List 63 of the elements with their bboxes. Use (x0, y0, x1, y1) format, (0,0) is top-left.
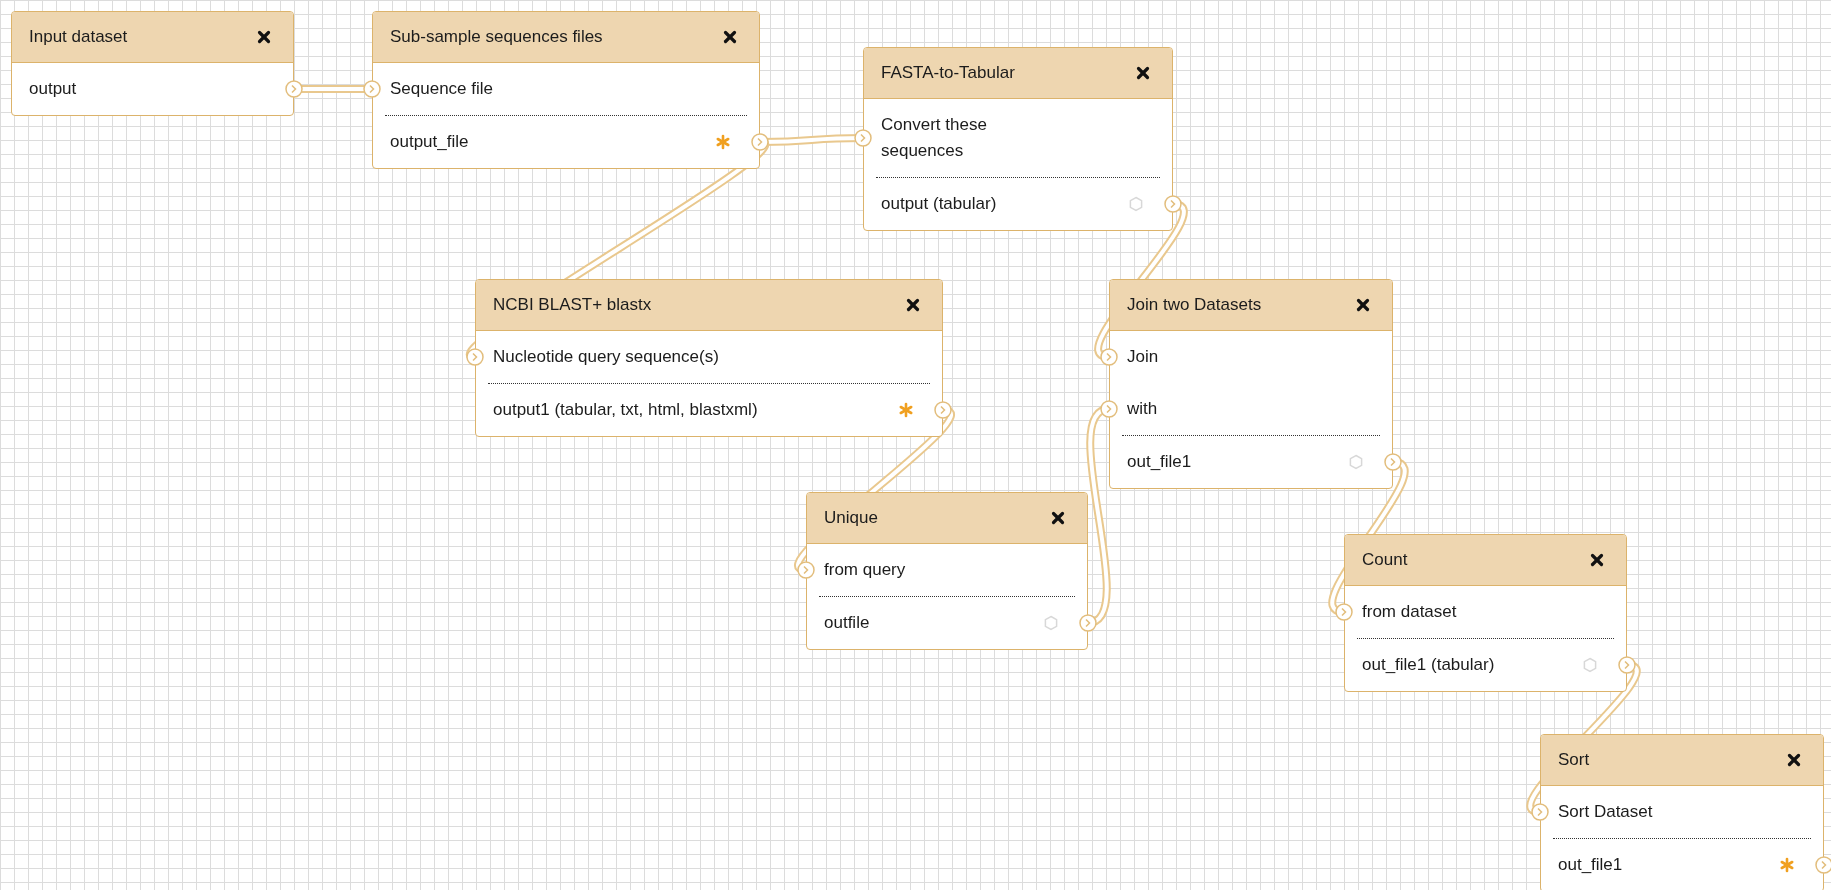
asterisk-icon[interactable] (1779, 857, 1795, 873)
close-icon[interactable] (1356, 298, 1370, 312)
workflow-node[interactable]: NCBI BLAST+ blastx Nucleotide query sequence(s) output1 (tabular, txt, html, blastxml) (475, 279, 943, 437)
close-icon[interactable] (1787, 753, 1801, 767)
output-label: out_file1 (1558, 854, 1624, 876)
workflow-node[interactable]: Input dataset output (11, 11, 294, 116)
input-terminal[interactable] (1531, 803, 1549, 821)
output-label: outfile (824, 612, 871, 634)
workflow-node[interactable]: Unique from query outfile (806, 492, 1088, 650)
output-terminal[interactable] (1079, 614, 1097, 632)
input-terminal[interactable] (1335, 603, 1353, 621)
input-label: from query (824, 559, 907, 581)
close-icon[interactable] (257, 30, 271, 44)
workflow-node[interactable]: Sub-sample sequences files Sequence file output_file (372, 11, 760, 169)
input-label: Sequence file (390, 78, 495, 100)
asterisk-icon[interactable] (898, 402, 914, 418)
asterisk-icon[interactable] (1582, 657, 1598, 673)
input-terminal[interactable] (797, 561, 815, 579)
workflow-node[interactable]: FASTA-to-Tabular Convert these sequences output (tabular) (863, 47, 1173, 231)
asterisk-icon[interactable] (1348, 454, 1364, 470)
output-terminal[interactable] (1815, 856, 1831, 874)
output-terminal[interactable] (751, 133, 769, 151)
node-title: Sub-sample sequences files (390, 27, 603, 47)
input-label: from dataset (1362, 601, 1458, 623)
node-title: Sort (1558, 750, 1590, 770)
output-terminal[interactable] (1164, 195, 1182, 213)
output-terminal[interactable] (1384, 453, 1402, 471)
workflow-node[interactable]: Count from dataset out_file1 (tabular) (1344, 534, 1627, 692)
node-title: Count (1362, 550, 1408, 570)
asterisk-icon[interactable] (1043, 615, 1059, 631)
output-terminal[interactable] (1618, 656, 1636, 674)
close-icon[interactable] (1051, 511, 1065, 525)
input-terminal[interactable] (363, 80, 381, 98)
output-label: output_file (390, 131, 470, 153)
input-label: with (1127, 398, 1159, 420)
close-icon[interactable] (723, 30, 737, 44)
output-label: out_file1 (1127, 451, 1193, 473)
output-terminal[interactable] (285, 80, 303, 98)
close-icon[interactable] (1590, 553, 1604, 567)
node-title: NCBI BLAST+ blastx (493, 295, 652, 315)
input-terminal[interactable] (1100, 348, 1118, 366)
input-label: Nucleotide query sequence(s) (493, 346, 720, 368)
output-label: output (29, 78, 78, 100)
node-title: Unique (824, 508, 878, 528)
input-label: Sort Dataset (1558, 801, 1654, 823)
output-terminal[interactable] (934, 401, 952, 419)
close-icon[interactable] (1136, 66, 1150, 80)
input-terminal[interactable] (854, 129, 872, 147)
output-label: output (tabular) (881, 193, 998, 215)
output-label: out_file1 (tabular) (1362, 654, 1496, 676)
input-terminal[interactable] (1100, 400, 1118, 418)
close-icon[interactable] (906, 298, 920, 312)
asterisk-icon[interactable] (1128, 196, 1144, 212)
output-label: output1 (tabular, txt, html, blastxml) (493, 399, 759, 421)
input-label: Join (1127, 346, 1160, 368)
node-title: FASTA-to-Tabular (881, 63, 1015, 83)
node-title: Join two Datasets (1127, 295, 1262, 315)
input-terminal[interactable] (466, 348, 484, 366)
input-label: Convert these sequences (881, 114, 988, 162)
workflow-node[interactable]: Sort Sort Dataset out_file1 (1540, 734, 1824, 890)
asterisk-icon[interactable] (715, 134, 731, 150)
workflow-node[interactable]: Join two Datasets Join with out_file1 (1109, 279, 1393, 489)
node-title: Input dataset (29, 27, 128, 47)
